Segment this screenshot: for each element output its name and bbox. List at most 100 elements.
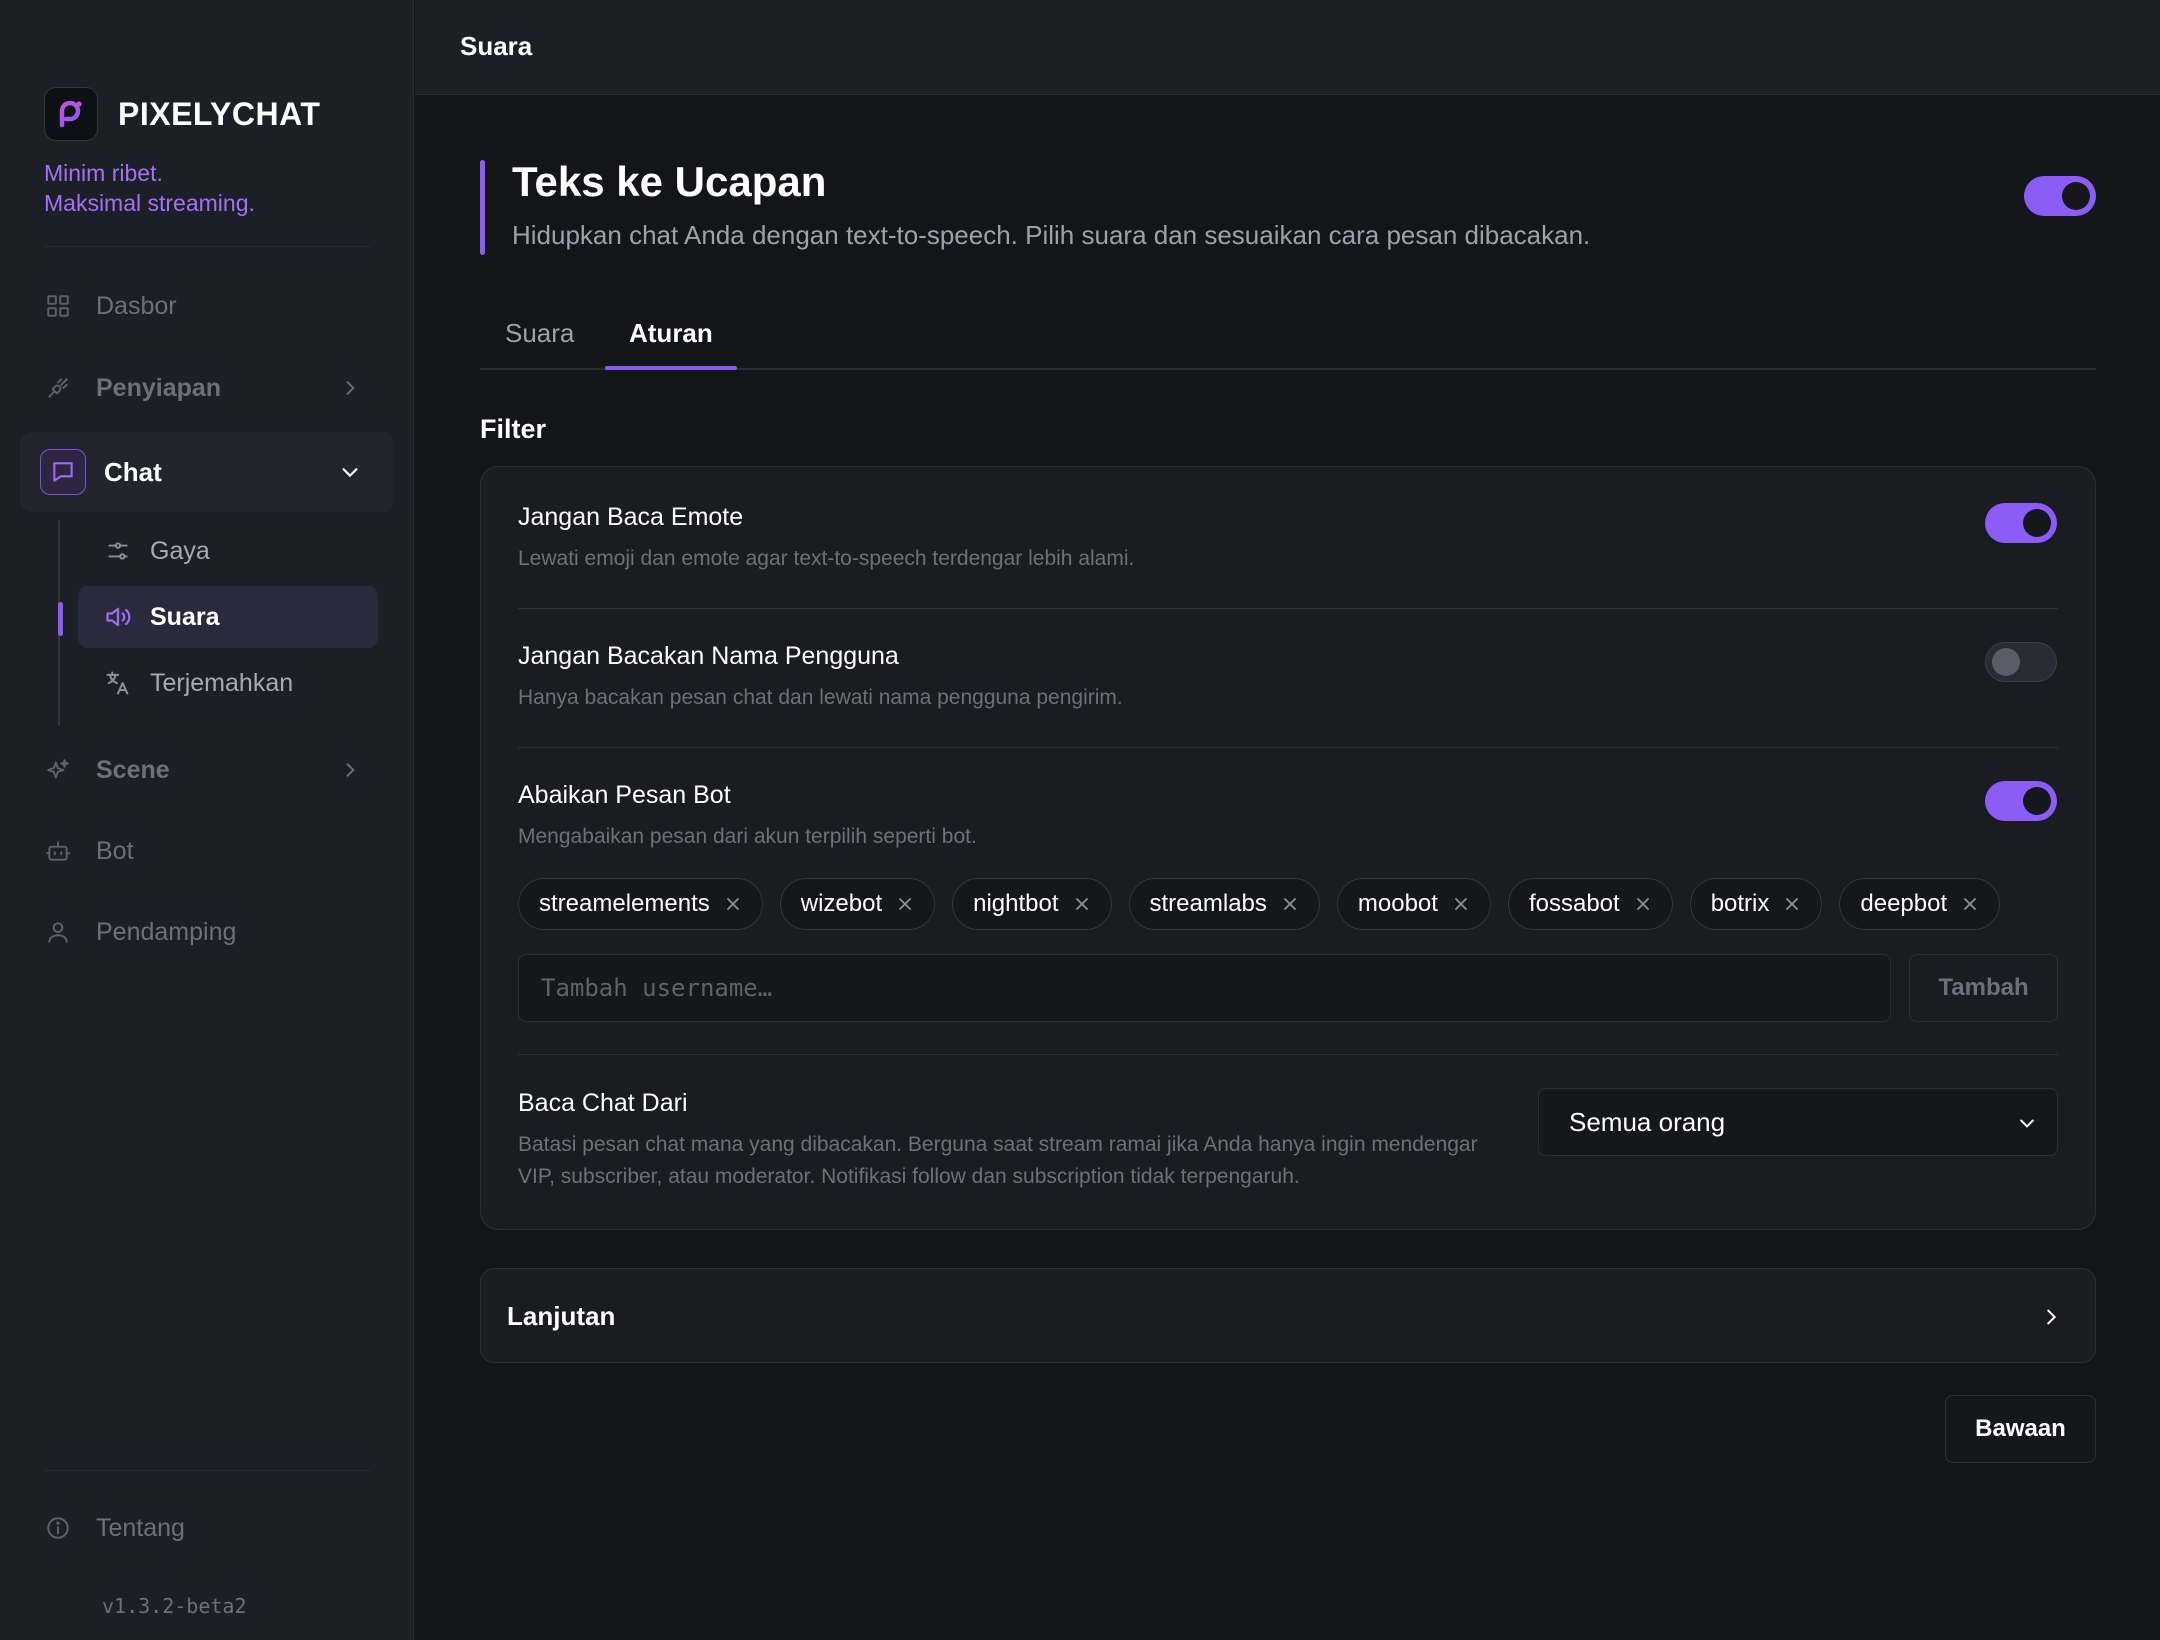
chevron-down-icon [330,452,370,492]
bot-chip-label: botrix [1710,890,1770,917]
sidebar-item-label: Chat [104,456,162,487]
sidebar-item-label: Penyiapan [96,373,222,402]
submenu-active-indicator [58,602,63,636]
bot-chip-label: streamlabs [1149,890,1267,917]
bot-chip: moobot [1336,878,1491,930]
sidebar-item-tentang[interactable]: Tentang [44,1500,370,1556]
reset-default-button[interactable]: Bawaan [1945,1395,2096,1463]
toggle-knob [1992,648,2020,676]
row-divider [518,608,2058,609]
filter-row-title: Abaikan Pesan Bot [518,781,731,809]
sidebar-divider [44,246,370,247]
bot-chip-label: moobot [1357,890,1438,917]
toggle-knob [2023,509,2051,537]
select-value: Semua orang [1569,1106,1726,1137]
page-title: Teks ke Ucapan [512,158,827,205]
read-chat-from-select[interactable]: Semua orang [1538,1088,2058,1156]
bot-chip: streamelements [518,878,763,930]
user-icon [38,912,78,952]
plug-icon [38,368,78,408]
filter-row-title: Baca Chat Dari [518,1089,688,1117]
bot-chip: fossabot [1507,878,1673,930]
bot-chip: botrix [1689,878,1823,930]
filter-row-description: Lewati emoji dan emote agar text-to-spee… [518,547,1135,570]
tab-aturan[interactable]: Aturan [629,318,713,349]
bot-chip: streamlabs [1128,878,1320,930]
brand-tagline: Minim ribet. Maksimal streaming. [44,158,255,218]
sidebar-subitem-suara[interactable]: Suara [78,586,378,648]
sidebar-item-scene[interactable]: Scene [44,742,370,798]
bot-chip-label: nightbot [973,890,1059,917]
bot-chip-label: streamelements [539,890,710,917]
sidebar-subitem-gaya[interactable]: Gaya [78,520,378,582]
sidebar: PIXELYCHAT Minim ribet. Maksimal streami… [0,0,414,1640]
sidebar-item-label: Bot [96,836,134,865]
top-bar: Suara [415,0,2160,95]
bot-chip-list: streamelements wizebot nightbot streamla… [518,878,2017,930]
row-divider [518,1054,2058,1055]
breadcrumb: Suara [460,31,533,61]
skip-usernames-toggle[interactable] [1985,642,2057,682]
skip-emotes-toggle[interactable] [1985,503,2057,543]
chevron-down-icon [2011,1107,2043,1139]
bot-chip: nightbot [952,878,1112,930]
sidebar-item-dasbor[interactable]: Dasbor [44,278,370,334]
close-icon[interactable] [896,895,914,913]
chevron-right-icon [2031,1297,2071,1337]
sliders-icon [98,531,138,571]
sparkles-icon [38,750,78,790]
bot-chip-label: deepbot [1860,890,1948,917]
close-icon[interactable] [1281,895,1299,913]
close-icon[interactable] [724,895,742,913]
brand-name: PIXELYCHAT [118,95,321,132]
tagline-line-2: Maksimal streaming. [44,190,255,216]
sidebar-item-bot[interactable]: Bot [44,823,370,879]
tagline-line-1: Minim ribet. [44,160,163,186]
page-title-accent [480,160,485,255]
tts-master-toggle[interactable] [2024,176,2096,216]
advanced-section[interactable]: Lanjutan [480,1268,2096,1363]
brand: PIXELYCHAT [44,87,320,141]
close-icon[interactable] [1961,895,1979,913]
chevron-right-icon [330,750,370,790]
bot-chip-label: fossabot [1528,890,1620,917]
filter-row-description: Hanya bacakan pesan chat dan lewati nama… [518,686,1123,709]
advanced-title: Lanjutan [507,1301,616,1331]
close-icon[interactable] [1073,895,1091,913]
sidebar-subitem-label: Terjemahkan [150,668,294,697]
sidebar-item-label: Dasbor [96,291,177,320]
filter-row-description: Batasi pesan chat mana yang dibacakan. B… [518,1133,1478,1188]
sidebar-subitem-label: Suara [150,602,220,631]
sidebar-item-label: Tentang [96,1513,185,1542]
tab-suara[interactable]: Suara [505,318,574,349]
sidebar-item-chat[interactable]: Chat [20,432,394,512]
bot-chip-label: wizebot [800,890,883,917]
filter-row-description: Mengabaikan pesan dari akun terpilih sep… [518,825,977,848]
sidebar-divider [44,1470,370,1471]
add-username-input[interactable] [518,954,1891,1022]
bot-chip: deepbot [1839,878,2001,930]
active-tab-indicator [605,366,737,370]
sidebar-item-label: Pendamping [96,917,237,946]
sidebar-item-label: Scene [96,755,170,784]
chat-bubble-icon [40,449,86,495]
chevron-right-icon [330,368,370,408]
close-icon[interactable] [1783,895,1801,913]
row-divider [518,747,2058,748]
filter-section-title: Filter [480,414,547,444]
add-username-button[interactable]: Tambah [1909,954,2058,1022]
toggle-knob [2023,787,2051,815]
speaker-icon [98,597,138,637]
close-icon[interactable] [1452,895,1470,913]
pixelychat-logo-icon [44,87,98,141]
grid-icon [38,286,78,326]
ignore-bots-toggle[interactable] [1985,781,2057,821]
sidebar-item-penyiapan[interactable]: Penyiapan [44,360,370,416]
sidebar-item-pendamping[interactable]: Pendamping [44,904,370,960]
page-description: Hidupkan chat Anda dengan text-to-speech… [512,220,1591,250]
app-version: v1.3.2-beta2 [102,1594,247,1618]
translate-icon [98,663,138,703]
sidebar-subitem-terjemahkan[interactable]: Terjemahkan [78,652,378,714]
robot-icon [38,831,78,871]
close-icon[interactable] [1634,895,1652,913]
